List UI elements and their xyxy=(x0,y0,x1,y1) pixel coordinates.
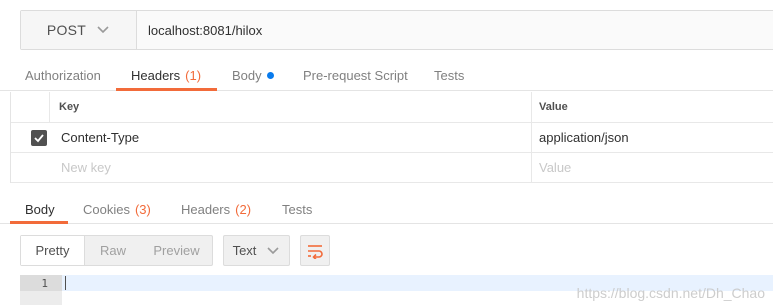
header-enabled-checkbox[interactable] xyxy=(31,130,47,146)
column-divider xyxy=(531,153,532,182)
tab-label: Body xyxy=(232,68,262,83)
chevron-down-icon xyxy=(97,26,109,34)
url-box: POST localhost:8081/hilox xyxy=(20,10,773,50)
column-divider xyxy=(531,123,532,152)
response-headers-count-badge: (2) xyxy=(235,201,252,217)
check-icon xyxy=(34,134,44,143)
response-tab-cookies[interactable]: Cookies (3) xyxy=(83,194,151,224)
table-header-row: Key Value xyxy=(11,92,773,123)
table-row: Content-Type application/json xyxy=(11,123,773,153)
column-divider xyxy=(49,92,50,122)
tab-tests[interactable]: Tests xyxy=(434,60,464,91)
new-key-input[interactable]: New key xyxy=(61,153,111,182)
response-tab-body[interactable]: Body xyxy=(25,194,55,224)
tab-label: Cookies xyxy=(83,201,130,217)
view-mode-segmented-control: Pretty Raw Preview xyxy=(20,235,213,266)
request-tabs: Authorization Headers (1) Body Pre-reque… xyxy=(0,60,773,91)
raw-button[interactable]: Raw xyxy=(85,236,141,265)
headers-table: Key Value Content-Type application/json … xyxy=(10,92,773,183)
value-column-header: Value xyxy=(539,101,568,113)
key-column-header: Key xyxy=(59,101,80,113)
line-number: 1 xyxy=(20,275,62,291)
new-value-input[interactable]: Value xyxy=(539,153,571,182)
tab-body[interactable]: Body xyxy=(232,60,274,91)
active-tab-indicator xyxy=(10,221,68,224)
pretty-button[interactable]: Pretty xyxy=(21,236,85,265)
watermark: https://blog.csdn.net/Dh_Chao xyxy=(576,285,765,301)
response-tab-tests[interactable]: Tests xyxy=(282,194,312,224)
request-bar: POST localhost:8081/hilox xyxy=(0,0,773,60)
tab-label: Pre-request Script xyxy=(303,68,408,83)
tab-headers[interactable]: Headers (1) xyxy=(131,60,201,91)
tab-prerequest-script[interactable]: Pre-request Script xyxy=(303,60,408,91)
text-cursor xyxy=(65,276,66,290)
method-select[interactable]: POST xyxy=(21,11,137,49)
table-row-new: New key Value xyxy=(11,153,773,183)
preview-button[interactable]: Preview xyxy=(141,236,212,265)
tab-label: Headers xyxy=(131,68,181,83)
tab-label: Body xyxy=(25,201,55,217)
cookies-count-badge: (3) xyxy=(134,201,151,217)
url-input[interactable]: localhost:8081/hilox xyxy=(148,11,262,49)
tab-label: Authorization xyxy=(25,68,101,83)
tab-label: Tests xyxy=(282,201,313,217)
column-divider xyxy=(531,92,532,122)
format-select[interactable]: Text xyxy=(223,235,290,266)
response-tab-headers[interactable]: Headers (2) xyxy=(181,194,251,224)
tab-label: Headers xyxy=(181,201,231,217)
header-key-cell[interactable]: Content-Type xyxy=(61,123,139,152)
headers-count-badge: (1) xyxy=(185,68,202,83)
method-label: POST xyxy=(46,22,87,38)
wrap-lines-button[interactable] xyxy=(300,235,330,266)
format-label: Text xyxy=(232,243,257,258)
active-tab-indicator xyxy=(116,88,217,91)
response-body-editor[interactable]: 1 https://blog.csdn.net/Dh_Chao xyxy=(20,275,773,305)
header-value-cell[interactable]: application/json xyxy=(539,123,629,152)
tab-label: Tests xyxy=(434,68,465,83)
tab-authorization[interactable]: Authorization xyxy=(25,60,101,91)
body-modified-dot-icon xyxy=(266,72,274,79)
wrap-lines-icon xyxy=(308,244,323,259)
chevron-down-icon xyxy=(267,246,279,254)
line-number-gutter: 1 xyxy=(20,275,62,305)
response-tabs: Body Cookies (3) Headers (2) Tests xyxy=(0,194,773,224)
